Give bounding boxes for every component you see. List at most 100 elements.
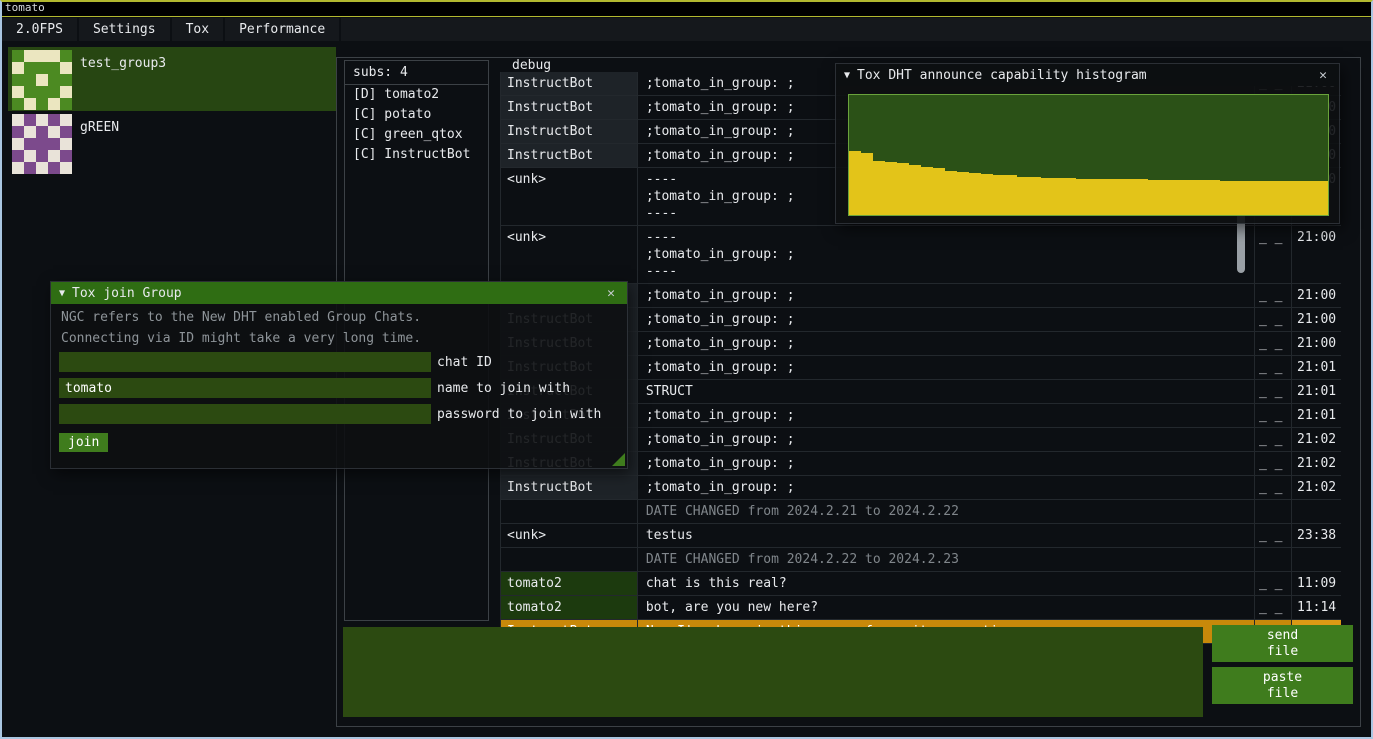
histogram-window-title: Tox DHT announce capability histogram: [857, 68, 1308, 83]
paste-file-button[interactable]: paste file: [1212, 667, 1353, 704]
message-status: _ _: [1255, 428, 1292, 451]
histogram-bar: [945, 171, 957, 215]
histogram-bar: [1112, 179, 1124, 215]
tab-debug[interactable]: debug: [512, 58, 551, 73]
message-row: <unk>----;tomato_in_group: ;----_ _21:00: [501, 226, 1341, 284]
message-input[interactable]: [343, 627, 1203, 717]
histogram-window-titlebar[interactable]: ▼ Tox DHT announce capability histogram …: [836, 64, 1339, 86]
histogram-bar: [993, 175, 1005, 215]
histogram-bar: [921, 167, 933, 215]
message-time: 21:00: [1292, 226, 1341, 283]
group-avatar: [12, 50, 72, 110]
histogram-bar: [885, 162, 897, 215]
message-text: STRUCT: [638, 380, 1255, 403]
message-status: _ _: [1255, 356, 1292, 379]
join-window-titlebar[interactable]: ▼ Tox join Group ✕: [51, 282, 627, 304]
histogram-bar: [1304, 181, 1316, 215]
histogram-bar: [1064, 178, 1076, 215]
member-potato[interactable]: [C] potato: [345, 105, 488, 125]
field-label: password to join with: [437, 407, 601, 422]
histogram-bar: [1088, 179, 1100, 215]
message-text: ;tomato_in_group: ;: [638, 428, 1255, 451]
message-status: _ _: [1255, 452, 1292, 475]
histogram-bar: [1005, 175, 1017, 215]
histogram-bar: [1017, 177, 1029, 215]
member-instructbot[interactable]: [C] InstructBot: [345, 145, 488, 165]
chat-id-input[interactable]: [59, 352, 431, 372]
message-time: 21:00: [1292, 308, 1341, 331]
message-time: 11:09: [1292, 572, 1341, 595]
password-to-join-with-input[interactable]: [59, 404, 431, 424]
message-row: tomato2chat is this real?_ _11:09: [501, 572, 1341, 596]
date-changed-text: DATE CHANGED from 2024.2.21 to 2024.2.22: [638, 500, 1255, 523]
message-status: _ _: [1255, 596, 1292, 619]
collapse-arrow-icon[interactable]: ▼: [844, 70, 850, 81]
join-hint-line: NGC refers to the New DHT enabled Group …: [51, 310, 627, 325]
member-list: [D] tomato2[C] potato[C] green_qtox[C] I…: [345, 85, 488, 165]
histogram-bar: [1268, 181, 1280, 215]
group-item-green[interactable]: gREEN: [8, 111, 336, 175]
histogram-bar: [1100, 179, 1112, 215]
date-changed-text: DATE CHANGED from 2024.2.22 to 2024.2.23: [638, 548, 1255, 571]
histogram-bar: [933, 168, 945, 215]
field-label: chat ID: [437, 355, 492, 370]
join-hint-line: Connecting via ID might take a very long…: [51, 331, 627, 346]
collapse-arrow-icon[interactable]: ▼: [59, 288, 65, 299]
message-text: ;tomato_in_group: ;: [638, 404, 1255, 427]
message-status: [1255, 500, 1292, 523]
name-to-join-with-input[interactable]: [59, 378, 431, 398]
member-tomato2[interactable]: [D] tomato2: [345, 85, 488, 105]
group-name: gREEN: [80, 120, 119, 135]
group-name: test_group3: [80, 56, 166, 71]
send-file-button[interactable]: send file: [1212, 625, 1353, 662]
join-button[interactable]: join: [59, 433, 108, 452]
field-label: name to join with: [437, 381, 570, 396]
close-icon[interactable]: ✕: [1315, 68, 1331, 83]
menu-item-performance[interactable]: Performance: [225, 18, 341, 41]
message-status: _ _: [1255, 572, 1292, 595]
message-text: ;tomato_in_group: ;: [638, 452, 1255, 475]
close-icon[interactable]: ✕: [603, 286, 619, 301]
histogram-bar: [1148, 180, 1160, 215]
join-field-row: password to join with: [59, 404, 619, 424]
message-time: 21:02: [1292, 476, 1341, 499]
message-time: 21:01: [1292, 356, 1341, 379]
message-time: 21:02: [1292, 452, 1341, 475]
histogram-bar: [1052, 178, 1064, 215]
message-status: _ _: [1255, 308, 1292, 331]
histogram-bar: [957, 172, 969, 215]
message-text: ;tomato_in_group: ;: [638, 356, 1255, 379]
histogram-bar: [1280, 181, 1292, 215]
member-green-qtox[interactable]: [C] green_qtox: [345, 125, 488, 145]
histogram-bar: [1316, 181, 1328, 215]
sender-name: tomato2: [501, 596, 638, 619]
message-text: testus: [638, 524, 1255, 547]
menu-item-settings[interactable]: Settings: [79, 18, 172, 41]
date-separator-row: DATE CHANGED from 2024.2.22 to 2024.2.23: [501, 548, 1341, 572]
message-text: ;tomato_in_group: ;: [638, 308, 1255, 331]
message-status: _ _: [1255, 284, 1292, 307]
message-status: _ _: [1255, 404, 1292, 427]
message-status: _ _: [1255, 226, 1292, 283]
histogram-bar: [981, 174, 993, 215]
dht-histogram-window: ▼ Tox DHT announce capability histogram …: [835, 63, 1340, 224]
message-row: tomato2bot, are you new here?_ _11:14: [501, 596, 1341, 620]
join-window-title: Tox join Group: [72, 286, 596, 301]
histogram-bar: [1029, 177, 1041, 215]
message-time: 11:14: [1292, 596, 1341, 619]
histogram-bar: [1208, 180, 1220, 215]
fps-counter: 2.0FPS: [2, 18, 79, 41]
window-titlebar[interactable]: tomato: [0, 0, 1373, 17]
sender-name: tomato2: [501, 572, 638, 595]
message-status: _ _: [1255, 332, 1292, 355]
histogram-plot: [848, 94, 1329, 216]
histogram-bar: [1244, 181, 1256, 215]
menu-item-tox[interactable]: Tox: [172, 18, 225, 41]
histogram-bar: [969, 173, 981, 215]
histogram-bar: [1232, 181, 1244, 215]
group-item-test-group3[interactable]: test_group3: [8, 47, 336, 111]
resize-grip[interactable]: [612, 453, 625, 466]
histogram-bar: [1292, 181, 1304, 215]
join-fields: chat ID name to join with password to join…: [51, 352, 627, 424]
message-text: ;tomato_in_group: ;: [638, 476, 1255, 499]
